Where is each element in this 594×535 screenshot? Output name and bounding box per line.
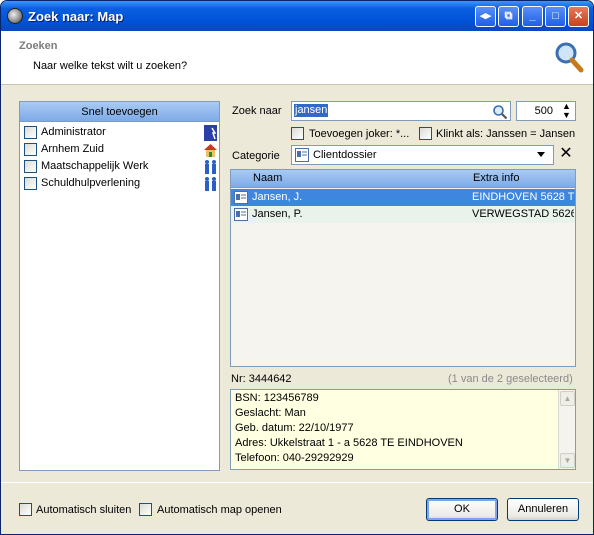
- results-header: Naam Extra info: [231, 170, 575, 188]
- dossier-icon: [234, 191, 248, 204]
- quick-add-label: Schuldhulpverlening: [41, 177, 141, 189]
- soundex-label: Klinkt als: Janssen = Jansen: [436, 128, 576, 140]
- quick-add-header: Snel toevoegen: [20, 102, 219, 122]
- quick-add-checkbox[interactable]: [24, 160, 37, 173]
- search-label: Zoek naar: [232, 105, 282, 117]
- category-label: Categorie: [232, 150, 280, 162]
- detail-line: Geb. datum: 22/10/1977: [235, 422, 354, 434]
- search-dialog: Zoek naar: Map ◂▸ ⧉ _ □ ✕ Zoeken Naar we…: [0, 0, 594, 535]
- column-header-naam[interactable]: Naam: [253, 172, 282, 184]
- record-number: Nr: 3444642: [231, 373, 292, 385]
- table-row[interactable]: Jansen, J. EINDHOVEN 5628 TE: [231, 189, 575, 206]
- quick-add-checkbox[interactable]: [24, 126, 37, 139]
- quick-add-label: Maatschappelijk Werk: [41, 160, 149, 172]
- restore-layout-icon[interactable]: ◂▸: [475, 6, 496, 27]
- results-table: Naam Extra info Jansen, J. EINDHOVEN 562…: [230, 169, 576, 367]
- ok-button[interactable]: OK: [426, 498, 498, 521]
- house-icon: [204, 144, 217, 157]
- dossier-icon: [295, 148, 309, 162]
- clear-icon[interactable]: ✕: [557, 145, 575, 165]
- quick-add-label: Arnhem Zuid: [41, 143, 104, 155]
- auto-close-label: Automatisch sluiten: [36, 504, 132, 516]
- search-value: jansen: [294, 104, 329, 117]
- person-group-icon: [204, 125, 217, 141]
- soundex-checkbox[interactable]: [419, 127, 432, 140]
- quick-add-panel: Snel toevoegen Administrator Arnhem Zuid…: [19, 101, 220, 471]
- people-icon: [205, 160, 216, 174]
- row-extra-info: VERWEGSTAD 5626: [472, 208, 574, 220]
- dialog-header: Zoeken Naar welke tekst wilt u zoeken?: [1, 31, 593, 85]
- wildcard-checkbox[interactable]: [291, 127, 304, 140]
- title-bar[interactable]: Zoek naar: Map ◂▸ ⧉ _ □ ✕: [1, 1, 593, 31]
- search-input[interactable]: jansen: [291, 101, 511, 121]
- scroll-up-icon[interactable]: ▲: [560, 391, 575, 406]
- selection-count: (1 van de 2 geselecteerd): [448, 373, 573, 385]
- detail-line: Geslacht: Man: [235, 407, 306, 419]
- app-icon: [7, 8, 23, 24]
- header-subtitle: Naar welke tekst wilt u zoeken?: [33, 60, 188, 72]
- detail-panel: BSN: 123456789 Geslacht: Man Geb. datum:…: [230, 389, 576, 470]
- quick-add-item[interactable]: Arnhem Zuid: [24, 142, 217, 158]
- auto-close-checkbox[interactable]: [19, 503, 32, 516]
- wildcard-label: Toevoegen joker: *...: [309, 128, 410, 140]
- people-icon: [205, 177, 216, 191]
- detail-line: Telefoon: 040-29292929: [235, 452, 354, 464]
- minimize-button[interactable]: _: [522, 6, 543, 27]
- limit-value: 500: [534, 105, 553, 117]
- auto-open-checkbox[interactable]: [139, 503, 152, 516]
- column-header-extra-info[interactable]: Extra info: [473, 172, 519, 184]
- auto-open-label: Automatisch map openen: [157, 504, 282, 516]
- close-button[interactable]: ✕: [568, 6, 589, 27]
- quick-add-checkbox[interactable]: [24, 177, 37, 190]
- dossier-icon: [234, 208, 248, 221]
- row-naam: Jansen, J.: [252, 191, 303, 203]
- quick-add-label: Administrator: [41, 126, 106, 138]
- detail-line: BSN: 123456789: [235, 392, 319, 404]
- header-title: Zoeken: [19, 40, 58, 52]
- row-extra-info: EINDHOVEN 5628 TE: [472, 191, 574, 203]
- stepper-down-icon[interactable]: ▼: [562, 111, 571, 120]
- scroll-down-icon[interactable]: ▼: [560, 453, 575, 468]
- quick-add-checkbox[interactable]: [24, 143, 37, 156]
- dropdown-arrow-icon[interactable]: [537, 152, 545, 157]
- row-naam: Jansen, P.: [252, 208, 303, 220]
- limit-stepper[interactable]: 500 ▲ ▼: [516, 101, 576, 121]
- magnifier-icon: [555, 42, 584, 73]
- detach-icon[interactable]: ⧉: [498, 6, 519, 27]
- table-row[interactable]: Jansen, P. VERWEGSTAD 5626: [231, 206, 575, 223]
- quick-add-item[interactable]: Schuldhulpverlening: [24, 176, 217, 192]
- detail-scrollbar[interactable]: ▲ ▼: [558, 390, 575, 469]
- quick-add-item[interactable]: Administrator: [24, 125, 217, 141]
- category-value: Clientdossier: [313, 149, 377, 161]
- category-select[interactable]: Clientdossier: [291, 145, 554, 165]
- quick-add-item[interactable]: Maatschappelijk Werk: [24, 159, 217, 175]
- detail-line: Adres: Ukkelstraat 1 - a 5628 TE EINDHOV…: [235, 437, 463, 449]
- footer-divider: [1, 482, 593, 483]
- search-icon[interactable]: [492, 104, 508, 120]
- cancel-button[interactable]: Annuleren: [507, 498, 579, 521]
- window-title: Zoek naar: Map: [28, 9, 124, 24]
- maximize-button[interactable]: □: [545, 6, 566, 27]
